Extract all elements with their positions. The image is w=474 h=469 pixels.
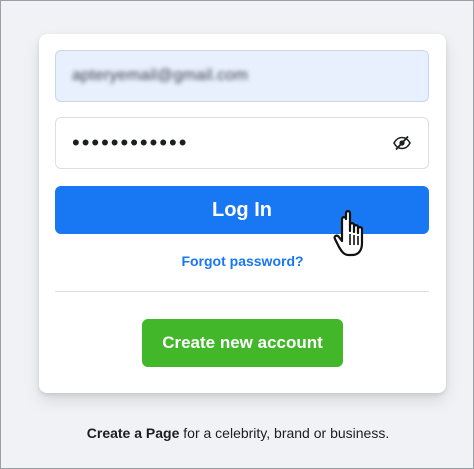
create-account-label: Create new account [162, 333, 323, 352]
create-account-button[interactable]: Create new account [142, 319, 343, 367]
hand-pointer-cursor-icon [332, 207, 380, 263]
eye-slash-icon[interactable] [392, 133, 412, 153]
forgot-password-link[interactable]: Forgot password? [39, 253, 446, 269]
password-mask: •••••••••••• [72, 130, 189, 155]
page-frame: apteryemail@gmail.com •••••••••••• Log I… [0, 0, 474, 469]
email-field[interactable]: apteryemail@gmail.com [55, 50, 429, 102]
create-page-link[interactable]: Create a Page [87, 425, 180, 441]
create-page-text: for a celebrity, brand or business. [179, 425, 390, 441]
create-page-footer: Create a Page for a celebrity, brand or … [1, 425, 474, 441]
password-field[interactable]: •••••••••••• [55, 117, 429, 169]
email-value: apteryemail@gmail.com [72, 67, 249, 84]
login-button-label: Log In [212, 198, 272, 221]
login-card: apteryemail@gmail.com •••••••••••• Log I… [39, 34, 446, 393]
divider [55, 291, 429, 292]
